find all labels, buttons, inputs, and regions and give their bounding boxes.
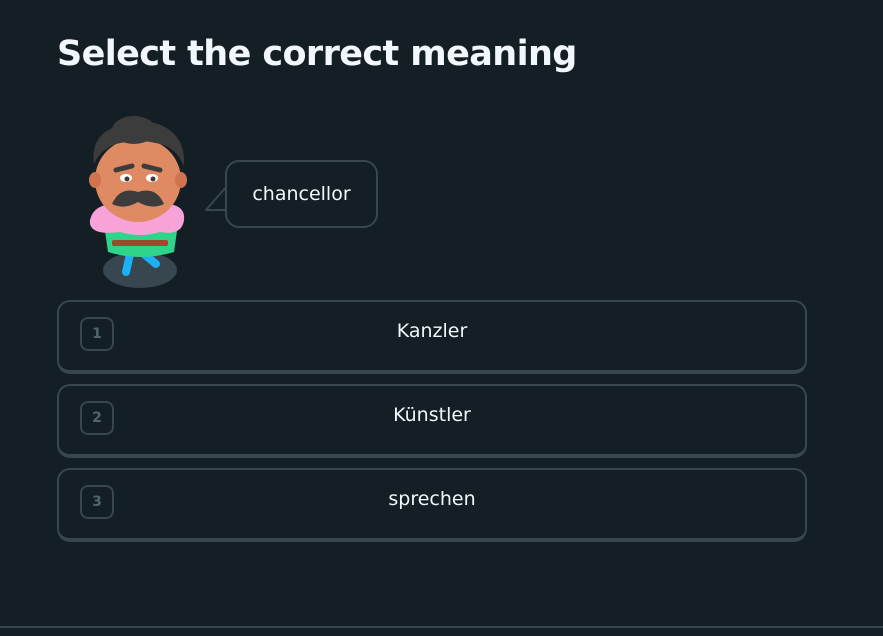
choice-label: Künstler [393,404,471,426]
character-avatar-icon [89,116,187,288]
choice-label: sprechen [388,488,476,510]
prompt-word: chancellor [252,183,351,205]
choice-option-3[interactable]: 3 sprechen [57,468,807,542]
choice-list: 1 Kanzler 2 Künstler 3 sprechen [57,300,807,552]
challenge-page: Select the correct meaning chancellor 1 … [0,0,883,636]
choice-option-1[interactable]: 1 Kanzler [57,300,807,374]
choice-label: Kanzler [396,320,468,342]
challenge-title: Select the correct meaning [57,34,577,74]
speech-bubble: chancellor [225,160,378,228]
choice-option-2[interactable]: 2 Künstler [57,384,807,458]
footer-divider [0,626,883,628]
